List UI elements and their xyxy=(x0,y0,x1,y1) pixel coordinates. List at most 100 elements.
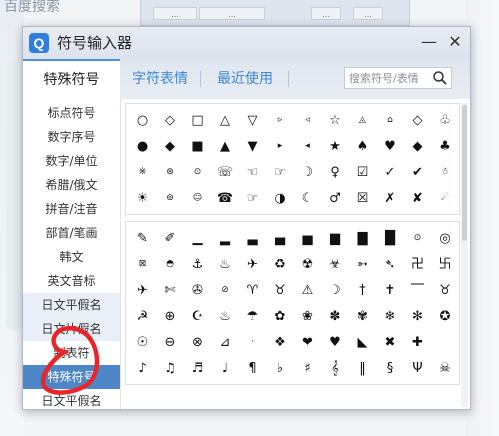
symbol-cell[interactable]: ⌂ xyxy=(377,108,404,133)
symbol-cell[interactable]: ▽ xyxy=(239,108,266,133)
symbol-cell[interactable]: ⎺ xyxy=(404,278,431,303)
category-item[interactable]: 日文平假名 xyxy=(23,389,120,409)
symbol-cell[interactable]: ★ xyxy=(322,134,349,159)
symbol-cell[interactable]: ■ xyxy=(184,134,211,159)
symbol-cell[interactable]: ◣ xyxy=(349,330,376,355)
symbol-cell[interactable]: ⊙ xyxy=(404,226,431,251)
symbol-cell[interactable]: ❤ xyxy=(294,330,321,355)
symbol-cell[interactable]: ✔ xyxy=(404,160,431,185)
symbol-cell[interactable]: ▼ xyxy=(239,134,266,159)
symbol-cell[interactable]: ♪ xyxy=(129,356,156,381)
symbol-cell[interactable]: ✻ xyxy=(404,304,431,329)
symbol-cell[interactable]: ☞ xyxy=(267,160,294,185)
symbol-cell[interactable]: ☾ xyxy=(294,186,321,211)
symbol-cell[interactable]: ☽ xyxy=(322,278,349,303)
symbol-cell[interactable]: ▆ xyxy=(322,226,349,251)
symbol-cell[interactable]: ✓ xyxy=(377,160,404,185)
symbol-cell[interactable]: ❀ xyxy=(294,304,321,329)
symbol-cell[interactable]: ♂ xyxy=(322,186,349,211)
symbol-cell[interactable]: ✗ xyxy=(377,186,404,211)
symbol-cell[interactable]: ♨ xyxy=(212,252,239,277)
category-item[interactable]: 英文音标 xyxy=(23,269,120,293)
symbol-cell[interactable]: ◑ xyxy=(267,186,294,211)
symbol-cell[interactable]: ☒ xyxy=(349,186,376,211)
symbol-cell[interactable]: ➴ xyxy=(377,252,404,277)
symbol-cell[interactable]: ⊙ xyxy=(184,160,211,185)
symbol-cell[interactable]: ✈ xyxy=(239,252,266,277)
symbol-cell[interactable]: ⊿ xyxy=(212,330,239,355)
symbol-cell[interactable]: ❄ xyxy=(377,304,404,329)
symbol-cell[interactable]: ◇ xyxy=(404,108,431,133)
symbol-cell[interactable]: △ xyxy=(212,108,239,133)
close-button[interactable]: ✕ xyxy=(444,31,466,53)
category-item[interactable]: 韩文 xyxy=(23,245,120,269)
symbol-cell[interactable]: ※ xyxy=(129,160,156,185)
symbol-cell[interactable]: ☀ xyxy=(129,186,156,211)
symbol-cell[interactable]: ☆ xyxy=(322,108,349,133)
symbol-cell[interactable]: ✎ xyxy=(129,226,156,251)
symbol-cell[interactable]: ✚ xyxy=(404,330,431,355)
search-input[interactable] xyxy=(349,70,429,86)
symbol-cell[interactable]: ✐ xyxy=(157,226,184,251)
symbol-cell[interactable]: ♥ xyxy=(322,330,349,355)
symbol-cell[interactable]: ♫ xyxy=(157,356,184,381)
symbol-cell[interactable]: ▸ xyxy=(267,134,294,159)
symbol-cell[interactable]: ☪ xyxy=(184,304,211,329)
symbol-cell[interactable]: ♣ xyxy=(432,134,459,159)
symbol-cell[interactable]: ▅ xyxy=(294,226,321,251)
symbol-cell[interactable]: ‖ xyxy=(349,356,376,381)
symbol-cell[interactable]: ▇ xyxy=(349,226,376,251)
symbol-cell[interactable]: ✄ xyxy=(157,278,184,303)
minimize-button[interactable]: — xyxy=(418,31,440,53)
symbol-cell[interactable]: 卐 xyxy=(432,252,459,277)
symbol-cell[interactable]: ▹ xyxy=(267,108,294,133)
symbol-cell[interactable]: ⚠ xyxy=(294,278,321,303)
symbol-cell[interactable]: ❖ xyxy=(267,330,294,355)
scrollbar-thumb[interactable] xyxy=(462,105,467,241)
symbol-cell[interactable]: ☜ xyxy=(239,160,266,185)
symbol-cell[interactable]: ⊖ xyxy=(157,330,184,355)
symbol-cell[interactable]: ▄ xyxy=(267,226,294,251)
symbol-cell[interactable]: § xyxy=(377,356,404,381)
symbol-cell[interactable]: ⚓ xyxy=(184,252,211,277)
symbol-cell[interactable]: † xyxy=(349,278,376,303)
symbol-cell[interactable]: ⊕ xyxy=(157,304,184,329)
symbol-cell[interactable]: 𝄞 xyxy=(322,356,349,381)
symbol-cell[interactable]: ☉ xyxy=(129,330,156,355)
symbol-cell[interactable]: ☠ xyxy=(432,356,459,381)
symbol-cell[interactable]: ¶ xyxy=(239,356,266,381)
symbol-cell[interactable]: ✪ xyxy=(432,304,459,329)
symbol-cell[interactable]: ♬ xyxy=(184,356,211,381)
symbol-cell[interactable]: ◇ xyxy=(157,108,184,133)
symbol-cell[interactable]: ✽ xyxy=(322,304,349,329)
category-item[interactable]: 制表符 xyxy=(23,341,120,365)
symbol-cell[interactable]: ☂ xyxy=(239,304,266,329)
symbol-cell[interactable]: ☣ xyxy=(322,252,349,277)
symbol-cell[interactable]: ♉ xyxy=(267,278,294,303)
symbol-cell[interactable]: ➳ xyxy=(349,252,376,277)
category-item[interactable]: 标点符号 xyxy=(23,101,120,125)
symbol-cell[interactable]: 卍 xyxy=(404,252,431,277)
category-item[interactable]: 部首/笔画 xyxy=(23,221,120,245)
symbol-cell[interactable]: ⊘ xyxy=(212,278,239,303)
symbol-cell[interactable]: ☭ xyxy=(129,304,156,329)
symbol-cell[interactable]: ♧ xyxy=(432,108,459,133)
category-item[interactable]: 希腊/俄文 xyxy=(23,173,120,197)
symbol-cell[interactable]: ♯ xyxy=(294,356,321,381)
symbol-cell[interactable]: ♉ xyxy=(432,278,459,303)
symbol-cell[interactable]: ♨ xyxy=(212,304,239,329)
symbol-cell[interactable]: ✇ xyxy=(184,278,211,303)
symbol-cell[interactable]: ♭ xyxy=(267,356,294,381)
scrollbar[interactable] xyxy=(461,103,468,407)
symbol-cell[interactable]: ◓ xyxy=(157,252,184,277)
symbol-cell[interactable]: ♀ xyxy=(322,160,349,185)
tab-special-symbols[interactable]: 特殊符号 xyxy=(23,59,120,99)
symbol-cell[interactable]: ✿ xyxy=(267,304,294,329)
symbol-cell[interactable]: ▂ xyxy=(212,226,239,251)
symbol-cell[interactable]: ○ xyxy=(129,108,156,133)
symbol-cell[interactable]: ☏ xyxy=(212,160,239,185)
symbol-cell[interactable]: ✈ xyxy=(129,278,156,303)
tab-recently-used[interactable]: 最近使用 xyxy=(204,59,286,99)
symbol-cell[interactable]: ☢ xyxy=(294,252,321,277)
category-item[interactable]: 数字序号 xyxy=(23,125,120,149)
